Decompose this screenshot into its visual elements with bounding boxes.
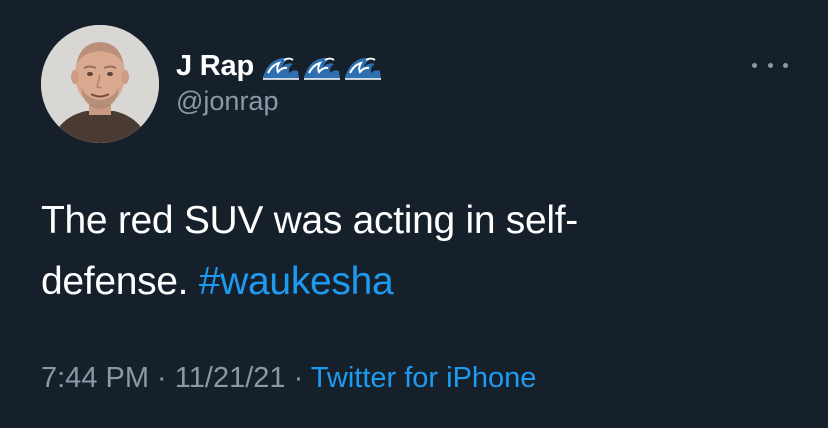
- tweet-text-line-1: The red SUV was acting in self-: [41, 199, 578, 242]
- display-name-row[interactable]: J Rap: [176, 48, 382, 84]
- hashtag-link[interactable]: #waukesha: [199, 260, 394, 303]
- tweet-card: J Rap @jonrap The red SUV was acting in …: [0, 0, 828, 428]
- tweet-time[interactable]: 7:44 PM: [41, 362, 149, 394]
- more-options-icon[interactable]: [752, 55, 788, 75]
- display-name[interactable]: J Rap: [176, 50, 254, 83]
- tweet-meta: 7:44 PM · 11/21/21 · Twitter for iPhone: [41, 362, 536, 395]
- tweet-text: The red SUV was acting in self- defense.…: [41, 190, 801, 312]
- meta-separator: ·: [285, 362, 311, 394]
- more-dot: [752, 62, 757, 68]
- avatar[interactable]: [41, 25, 159, 143]
- meta-separator: ·: [149, 362, 175, 394]
- water-wave-icon: [344, 57, 381, 80]
- avatar-image: [41, 25, 159, 143]
- tweet-date[interactable]: 11/21/21: [175, 362, 286, 394]
- more-dot: [767, 62, 773, 68]
- tweet-text-defense: defense.: [41, 260, 189, 303]
- more-dot: [783, 62, 788, 68]
- tweet-text-line-2: defense. #waukesha: [41, 251, 801, 312]
- water-wave-icon: [262, 57, 299, 80]
- water-wave-icon: [303, 57, 340, 80]
- tweet-source-link[interactable]: Twitter for iPhone: [311, 362, 537, 394]
- user-handle[interactable]: @jonrap: [176, 86, 278, 117]
- name-emoji-group: [262, 51, 382, 81]
